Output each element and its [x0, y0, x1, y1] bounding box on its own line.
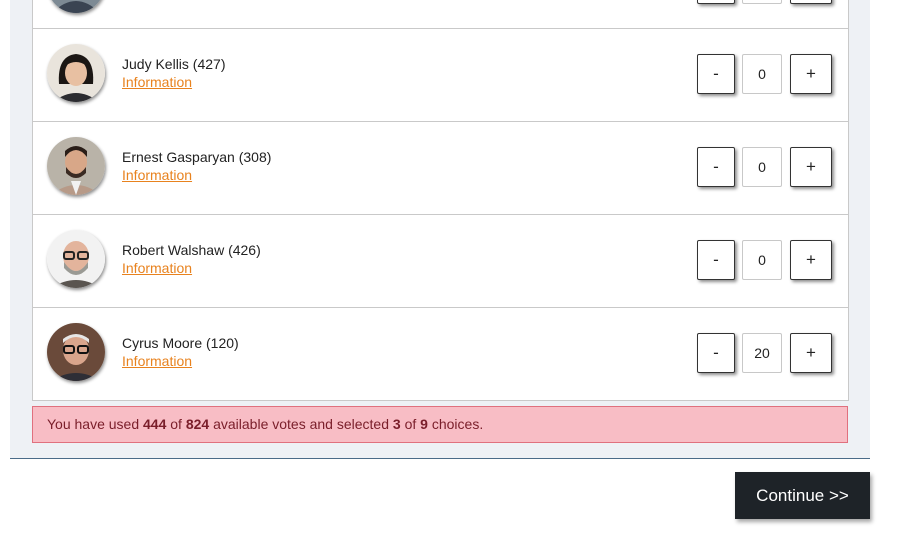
summary-middle: available votes and selected	[213, 416, 389, 432]
votes-summary-notice: You have used 444 of 824 available votes…	[32, 406, 848, 443]
candidate-name: Ernest Gasparyan (308)	[122, 149, 272, 165]
candidate-avatar	[47, 323, 105, 381]
choices-selected: 3	[392, 416, 401, 432]
candidate-information-link[interactable]: Information	[122, 74, 192, 90]
increase-votes-button[interactable]: +	[790, 240, 832, 280]
summary-of: of	[404, 416, 417, 432]
candidate-row: Judy Kellis (427) Information - 0 +	[33, 29, 848, 122]
summary-prefix: You have used	[47, 416, 140, 432]
decrease-votes-button[interactable]: -	[697, 147, 735, 187]
votes-count-input[interactable]: 0	[742, 147, 782, 187]
decrease-votes-button[interactable]: -	[697, 240, 735, 280]
choices-total: 9	[420, 416, 428, 432]
votes-available: 824	[185, 416, 210, 432]
votes-count-input[interactable]: 0	[742, 240, 782, 280]
candidate-name: Robert Walshaw (426)	[122, 242, 261, 258]
candidate-information-link[interactable]: Information	[122, 353, 192, 369]
candidate-row: Robert Walshaw (426) Information - 0 +	[33, 215, 848, 308]
decrease-votes-button[interactable]: -	[697, 54, 735, 94]
candidate-name: Judy Kellis (427)	[122, 56, 226, 72]
votes-count-input[interactable]	[742, 0, 782, 4]
increase-votes-button[interactable]: +	[790, 0, 832, 4]
increase-votes-button[interactable]: +	[790, 54, 832, 94]
candidate-row: Ernest Gasparyan (308) Information - 0 +	[33, 122, 848, 215]
candidate-avatar	[47, 44, 105, 102]
candidate-row: Cyrus Moore (120) Information - 20 +	[33, 308, 848, 401]
candidate-avatar	[47, 0, 105, 13]
candidate-name: Cyrus Moore (120)	[122, 335, 239, 351]
summary-of: of	[170, 416, 182, 432]
votes-count-input[interactable]: 0	[742, 54, 782, 94]
candidate-avatar	[47, 137, 105, 195]
increase-votes-button[interactable]: +	[790, 147, 832, 187]
votes-used: 444	[143, 416, 167, 432]
decrease-votes-button[interactable]: -	[697, 333, 735, 373]
decrease-votes-button[interactable]: -	[697, 0, 735, 4]
candidate-information-link[interactable]: Information	[122, 167, 192, 183]
candidate-list: - + Judy Kellis (427) Information - 0 +	[32, 0, 849, 401]
candidate-avatar	[47, 230, 105, 288]
candidate-row: - +	[33, 0, 848, 29]
summary-suffix: choices.	[431, 416, 484, 432]
candidate-information-link[interactable]: Information	[122, 260, 192, 276]
votes-count-input[interactable]: 20	[742, 333, 782, 373]
continue-button[interactable]: Continue >>	[735, 472, 870, 519]
increase-votes-button[interactable]: +	[790, 333, 832, 373]
